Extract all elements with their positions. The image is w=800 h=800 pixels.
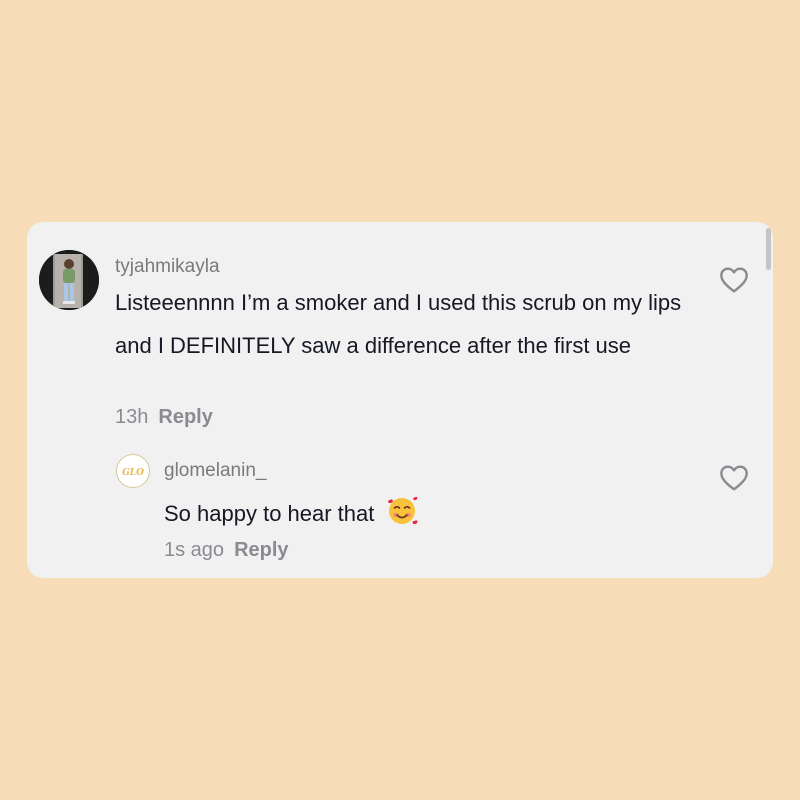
- like-heart-svg: [720, 465, 748, 491]
- reply-button[interactable]: Reply: [158, 406, 212, 428]
- scrollbar[interactable]: [766, 228, 771, 270]
- comment-text: Listeeennnn I’m a smoker and I used this…: [115, 290, 682, 358]
- avatar[interactable]: [39, 250, 99, 310]
- smiling-face-with-hearts-icon: [385, 495, 419, 541]
- comment-username[interactable]: tyjahmikayla: [115, 256, 220, 278]
- glo-logo: GLO: [122, 468, 144, 478]
- comment-meta: 13h Reply: [115, 406, 213, 429]
- reply-text: So happy to hear that: [164, 501, 375, 526]
- reply-text-line: So happy to hear that: [164, 492, 419, 541]
- comment-time: 13h: [115, 406, 149, 428]
- glo-logo-text: GLO: [122, 468, 144, 478]
- heart-outline-icon[interactable]: [717, 264, 751, 296]
- avatar[interactable]: GLO: [116, 454, 150, 488]
- reply-meta: 1s ago Reply: [164, 539, 289, 562]
- cut-off-previous-text: — — —: [177, 222, 270, 231]
- like-heart-svg: [720, 267, 748, 293]
- comments-panel: — — — tyjahmikayla Listeeennnn I’m a smo…: [27, 222, 773, 578]
- reply-time: 1s ago: [164, 539, 225, 561]
- reply-button[interactable]: Reply: [234, 539, 288, 561]
- avatar-photo: [39, 250, 99, 310]
- heart-outline-icon[interactable]: [717, 462, 751, 494]
- reply-username[interactable]: glomelanin_: [164, 460, 266, 482]
